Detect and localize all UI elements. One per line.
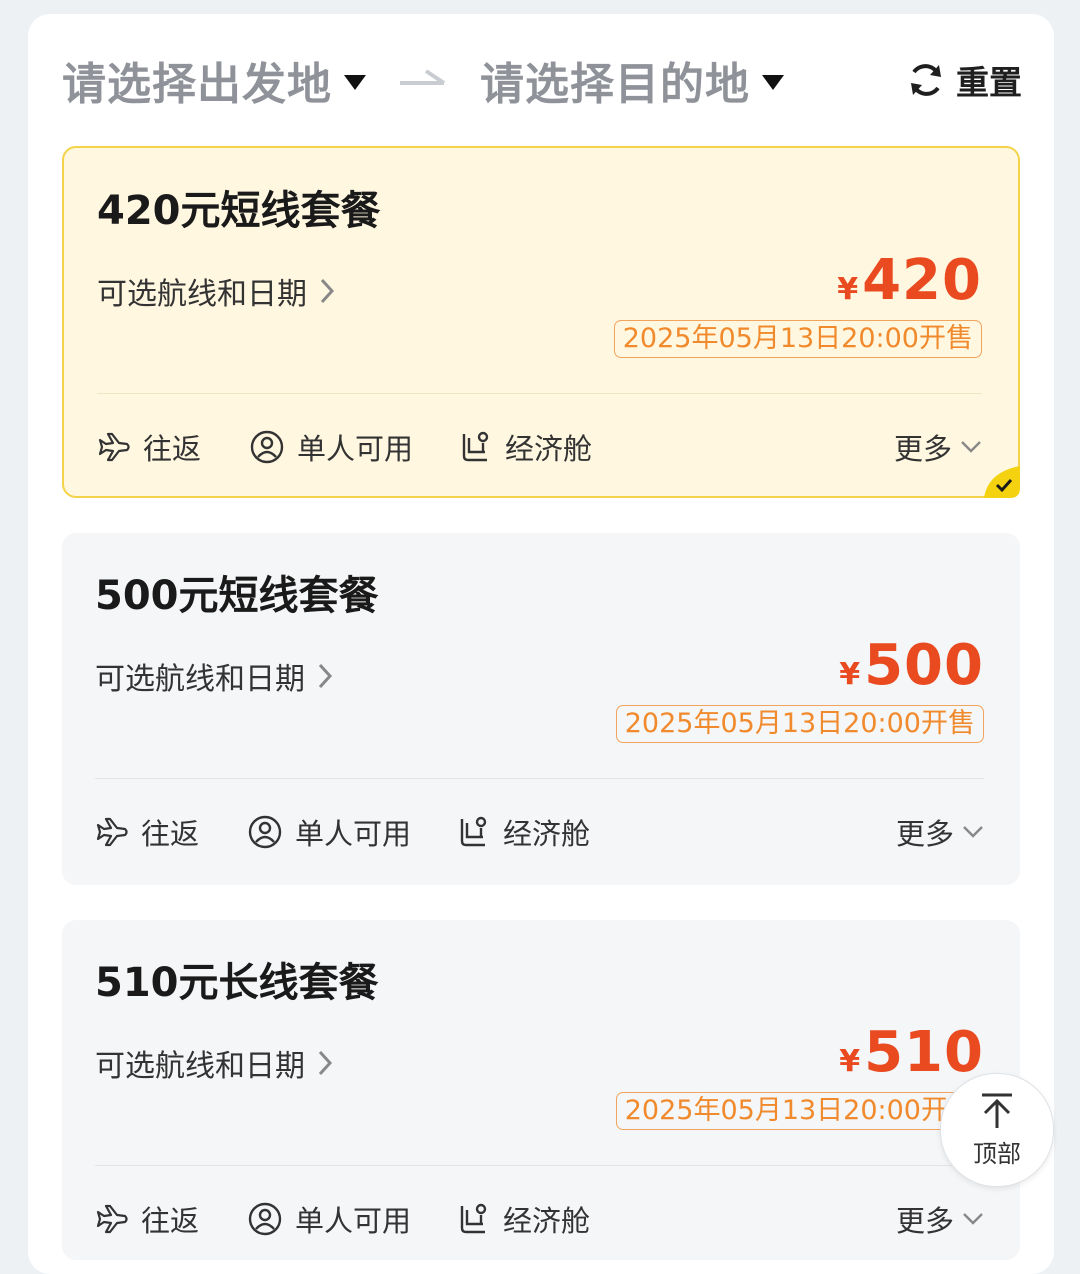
feature-economy-class: 经济舱 (457, 1198, 590, 1240)
more-label: 更多 (895, 1204, 954, 1238)
chevron-right-icon (320, 278, 335, 304)
more-button[interactable]: 更多 (896, 1198, 984, 1240)
divider (97, 393, 982, 394)
feature-label: 经济舱 (505, 432, 593, 466)
seat-icon (462, 431, 489, 462)
more-label: 更多 (893, 432, 952, 466)
feature-economy-class: 经济舱 (459, 426, 592, 468)
airplane-icon (96, 1204, 128, 1234)
seat-icon (460, 816, 487, 847)
package-title: 420元短线套餐 (97, 188, 381, 234)
package-title: 510元长线套餐 (95, 960, 379, 1006)
route-date-link[interactable]: 可选航线和日期 (97, 269, 335, 313)
currency-symbol: ¥ (839, 657, 861, 692)
feature-single-person: 单人可用 (247, 1198, 411, 1240)
dropdown-arrow-icon (344, 74, 366, 90)
feature-label: 单人可用 (297, 432, 414, 466)
airplane-icon (96, 817, 128, 847)
feature-economy-class: 经济舱 (457, 811, 590, 853)
divider (95, 1165, 984, 1166)
chevron-right-icon (318, 1050, 333, 1076)
feature-label: 经济舱 (503, 817, 591, 851)
chevron-down-icon (963, 1213, 983, 1225)
price-amount: 510 (864, 1020, 984, 1085)
divider (95, 778, 984, 779)
feature-round-trip: 往返 (95, 811, 199, 853)
feature-label: 往返 (143, 432, 202, 466)
more-button[interactable]: 更多 (896, 811, 984, 853)
route-date-link[interactable]: 可选航线和日期 (95, 654, 333, 698)
back-to-top-label: 顶部 (973, 1139, 1021, 1168)
currency-symbol: ¥ (837, 272, 859, 307)
price-amount: 500 (864, 633, 984, 698)
feature-single-person: 单人可用 (247, 811, 411, 853)
more-button[interactable]: 更多 (894, 426, 982, 468)
user-icon (250, 430, 284, 464)
route-arrow-icon (400, 69, 446, 85)
feature-label: 往返 (141, 817, 200, 851)
feature-single-person: 单人可用 (249, 426, 413, 468)
more-label: 更多 (895, 817, 954, 851)
feature-label: 单人可用 (295, 1204, 412, 1238)
package-title: 500元短线套餐 (95, 573, 379, 619)
price: ¥ 510 (839, 1020, 984, 1085)
route-selector: 请选择出发地 请选择目的地 重置 (62, 48, 1022, 112)
reset-button[interactable]: 重置 (906, 48, 1022, 112)
feature-round-trip: 往返 (97, 426, 201, 468)
destination-select[interactable]: 请选择目的地 (480, 48, 784, 112)
feature-round-trip: 往返 (95, 1198, 199, 1240)
airplane-icon (98, 432, 130, 462)
feature-label: 单人可用 (295, 817, 412, 851)
chevron-down-icon (963, 826, 983, 838)
seat-icon (460, 1203, 487, 1234)
destination-placeholder: 请选择目的地 (480, 59, 750, 110)
feature-label: 经济舱 (503, 1204, 591, 1238)
back-to-top-button[interactable]: 顶部 (940, 1073, 1054, 1187)
package-card[interactable]: 420元短线套餐 可选航线和日期 ¥ 420 2025年05月13日20:00开… (62, 146, 1020, 498)
chevron-right-icon (318, 663, 333, 689)
package-card[interactable]: 500元短线套餐 可选航线和日期 ¥ 500 2025年05月13日20:00开… (62, 533, 1020, 885)
feature-label: 往返 (141, 1204, 200, 1238)
sale-time-badge: 2025年05月13日20:00开售 (613, 320, 982, 358)
refresh-icon (911, 64, 941, 96)
price: ¥ 500 (839, 633, 984, 698)
departure-placeholder: 请选择出发地 (62, 59, 332, 110)
sale-time-badge: 2025年05月13日20:00开售 (615, 705, 984, 743)
price: ¥ 420 (837, 248, 982, 313)
route-date-link-label: 可选航线和日期 (95, 662, 305, 697)
dropdown-arrow-icon (762, 74, 784, 90)
reset-label: 重置 (956, 63, 1022, 102)
route-date-link[interactable]: 可选航线和日期 (95, 1041, 333, 1085)
price-amount: 420 (862, 248, 982, 313)
user-icon (248, 815, 282, 849)
route-date-link-label: 可选航线和日期 (95, 1049, 305, 1084)
departure-select[interactable]: 请选择出发地 (62, 48, 366, 112)
user-icon (248, 1202, 282, 1236)
currency-symbol: ¥ (839, 1044, 861, 1079)
package-card[interactable]: 510元长线套餐 可选航线和日期 ¥ 510 2025年05月13日20:00开… (62, 920, 1020, 1260)
sale-time-badge: 2025年05月13日20:00开售 (615, 1092, 984, 1130)
arrow-up-icon (982, 1093, 1012, 1128)
selected-check-icon (984, 466, 1020, 498)
route-date-link-label: 可选航线和日期 (97, 277, 307, 312)
chevron-down-icon (961, 441, 981, 453)
